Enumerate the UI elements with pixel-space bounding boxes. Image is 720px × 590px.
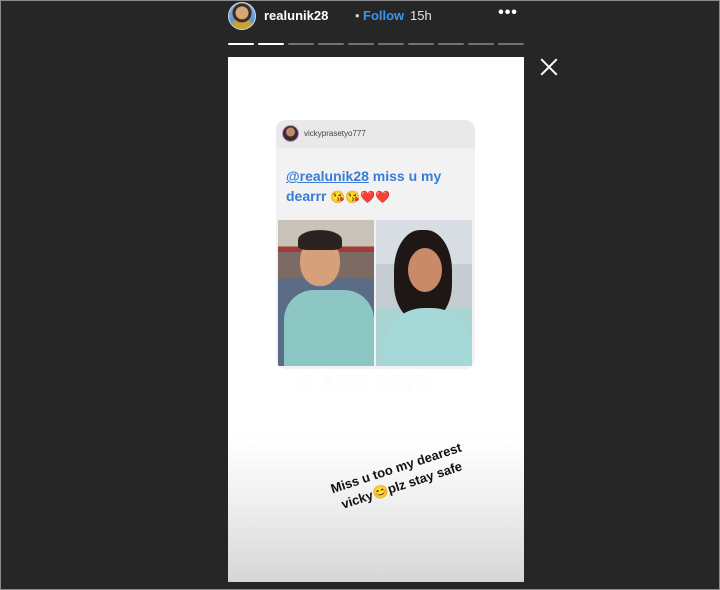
shared-post-caption: @realunik28 miss u my dearrr 😘😘❤️❤️ — [286, 166, 466, 207]
progress-segment — [288, 43, 314, 45]
story-progress-bar — [228, 43, 524, 45]
progress-segment — [378, 43, 404, 45]
time-ago: 15h — [410, 8, 432, 23]
progress-segment — [408, 43, 434, 45]
person-hair — [298, 230, 342, 250]
reply-text: Miss u too my dearest vicky😊plz stay saf… — [328, 439, 464, 512]
person-face — [408, 248, 442, 292]
follow-button[interactable]: Follow — [363, 8, 404, 23]
person-jacket — [284, 290, 374, 366]
username[interactable]: realunik28 — [264, 8, 328, 23]
shared-post-card[interactable]: vickyprasetyo777 @realunik28 miss u my d… — [276, 120, 475, 369]
shared-post-username: vickyprasetyo777 — [304, 129, 366, 138]
photo-right — [376, 220, 472, 366]
person-dress — [384, 308, 472, 366]
date-stamp: 3 APR 2020 — [300, 371, 430, 396]
story-content[interactable]: vickyprasetyo777 @realunik28 miss u my d… — [228, 57, 524, 582]
shared-post-header: vickyprasetyo777 — [276, 120, 475, 148]
progress-segment — [228, 43, 254, 45]
progress-segment — [348, 43, 374, 45]
shared-post-avatar — [282, 125, 299, 142]
progress-segment — [498, 43, 524, 45]
caption-mention[interactable]: @realunik28 — [286, 168, 369, 184]
story-header: realunik28 • Follow 15h ••• — [228, 0, 524, 34]
progress-segment — [438, 43, 464, 45]
progress-segment — [468, 43, 494, 45]
photo-left — [278, 220, 374, 366]
more-options-icon[interactable]: ••• — [496, 4, 520, 26]
separator-dot: • — [355, 8, 360, 23]
caption-emojis: 😘😘❤️❤️ — [330, 190, 391, 204]
close-icon[interactable] — [538, 56, 560, 78]
progress-segment — [318, 43, 344, 45]
avatar[interactable] — [228, 2, 256, 30]
progress-segment — [258, 43, 284, 45]
